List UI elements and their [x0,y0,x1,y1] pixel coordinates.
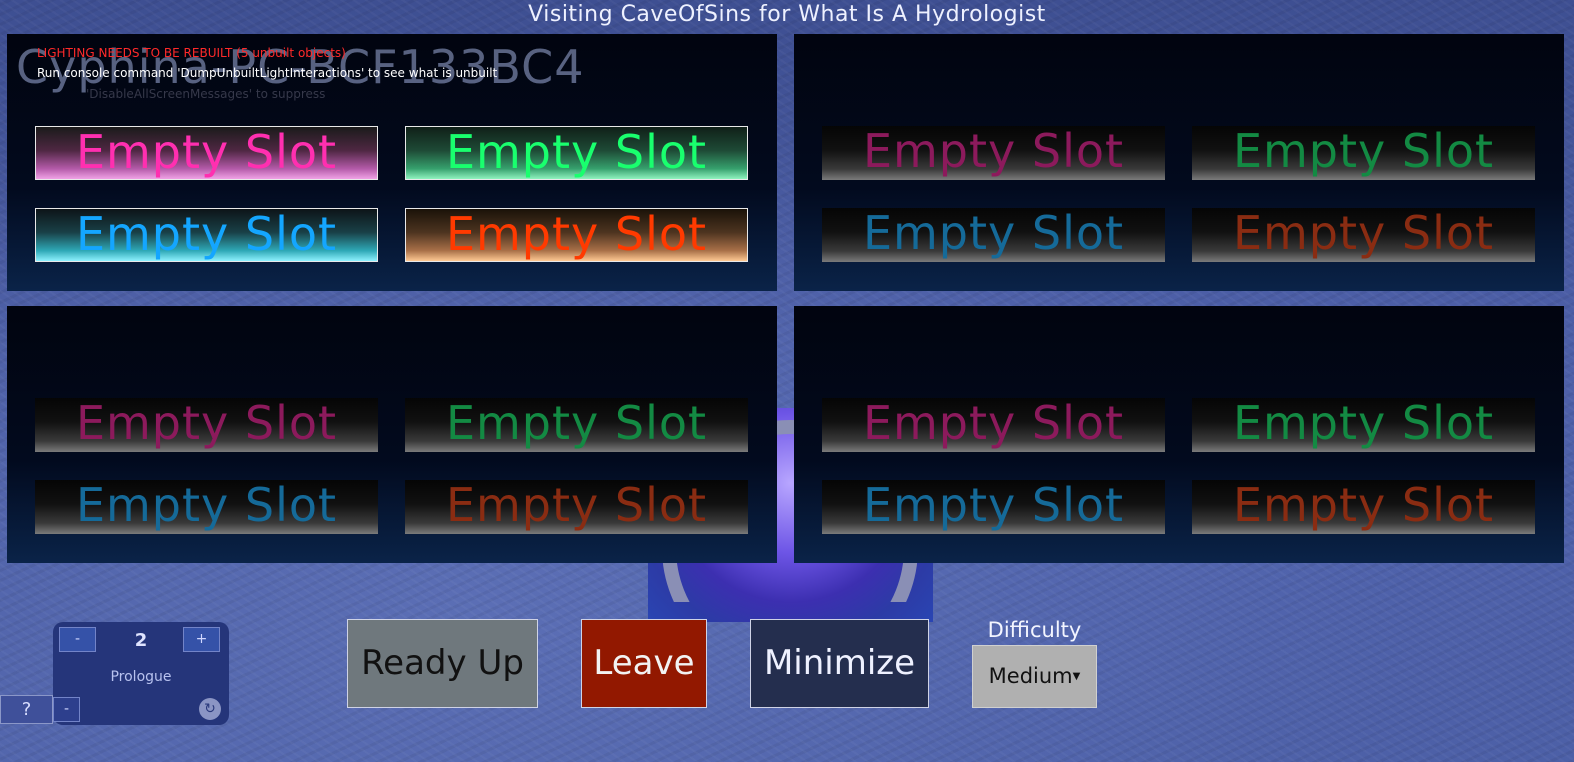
slot-blue[interactable]: Empty Slot [35,480,378,534]
slot-orange[interactable]: Empty Slot [405,480,748,534]
party-size-widget: - 2 + Prologue - ↻ [53,622,229,725]
slot-orange[interactable]: Empty Slot [1192,208,1535,262]
slot-blue[interactable]: Empty Slot [822,208,1165,262]
difficulty-select[interactable]: Medium▼ [972,645,1097,708]
slot-blue[interactable]: Empty Slot [822,480,1165,534]
chevron-down-icon: ▼ [1072,671,1081,682]
difficulty-value: Medium [988,664,1073,688]
slot-orange[interactable]: Empty Slot [405,208,748,262]
ready-up-button[interactable]: Ready Up [347,619,538,708]
increase-button[interactable]: + [183,627,220,652]
refresh-icon[interactable]: ↻ [199,698,221,720]
page-title: Visiting CaveOfSins for What Is A Hydrol… [528,2,1046,27]
slot-orange[interactable]: Empty Slot [1192,480,1535,534]
difficulty-label: Difficulty [987,618,1082,642]
minimize-button[interactable]: Minimize [750,619,929,708]
slot-pink[interactable]: Empty Slot [35,398,378,452]
log-console-hint: Run console command 'DumpUnbuiltLightInt… [37,66,498,80]
party-panel-3: Empty Slot Empty Slot Empty Slot Empty S… [7,306,777,563]
slot-green[interactable]: Empty Slot [1192,126,1535,180]
slot-green[interactable]: Empty Slot [1192,398,1535,452]
party-panel-4: Empty Slot Empty Slot Empty Slot Empty S… [794,306,1564,563]
party-panel-2: Empty Slot Empty Slot Empty Slot Empty S… [794,34,1564,291]
log-suppress-hint: 'DisableAllScreenMessages' to suppress [86,87,326,101]
slot-pink[interactable]: Empty Slot [35,126,378,180]
slot-green[interactable]: Empty Slot [405,126,748,180]
chapter-label: Prologue [110,669,172,685]
slot-pink[interactable]: Empty Slot [822,126,1165,180]
slot-green[interactable]: Empty Slot [405,398,748,452]
collapse-button[interactable]: - [53,697,80,722]
leave-button[interactable]: Leave [581,619,707,708]
help-button[interactable]: ? [0,695,53,724]
log-lighting-warning: LIGHTING NEEDS TO BE REBUILT (5 unbuilt … [37,46,346,60]
slot-blue[interactable]: Empty Slot [35,208,378,262]
slot-pink[interactable]: Empty Slot [822,398,1165,452]
